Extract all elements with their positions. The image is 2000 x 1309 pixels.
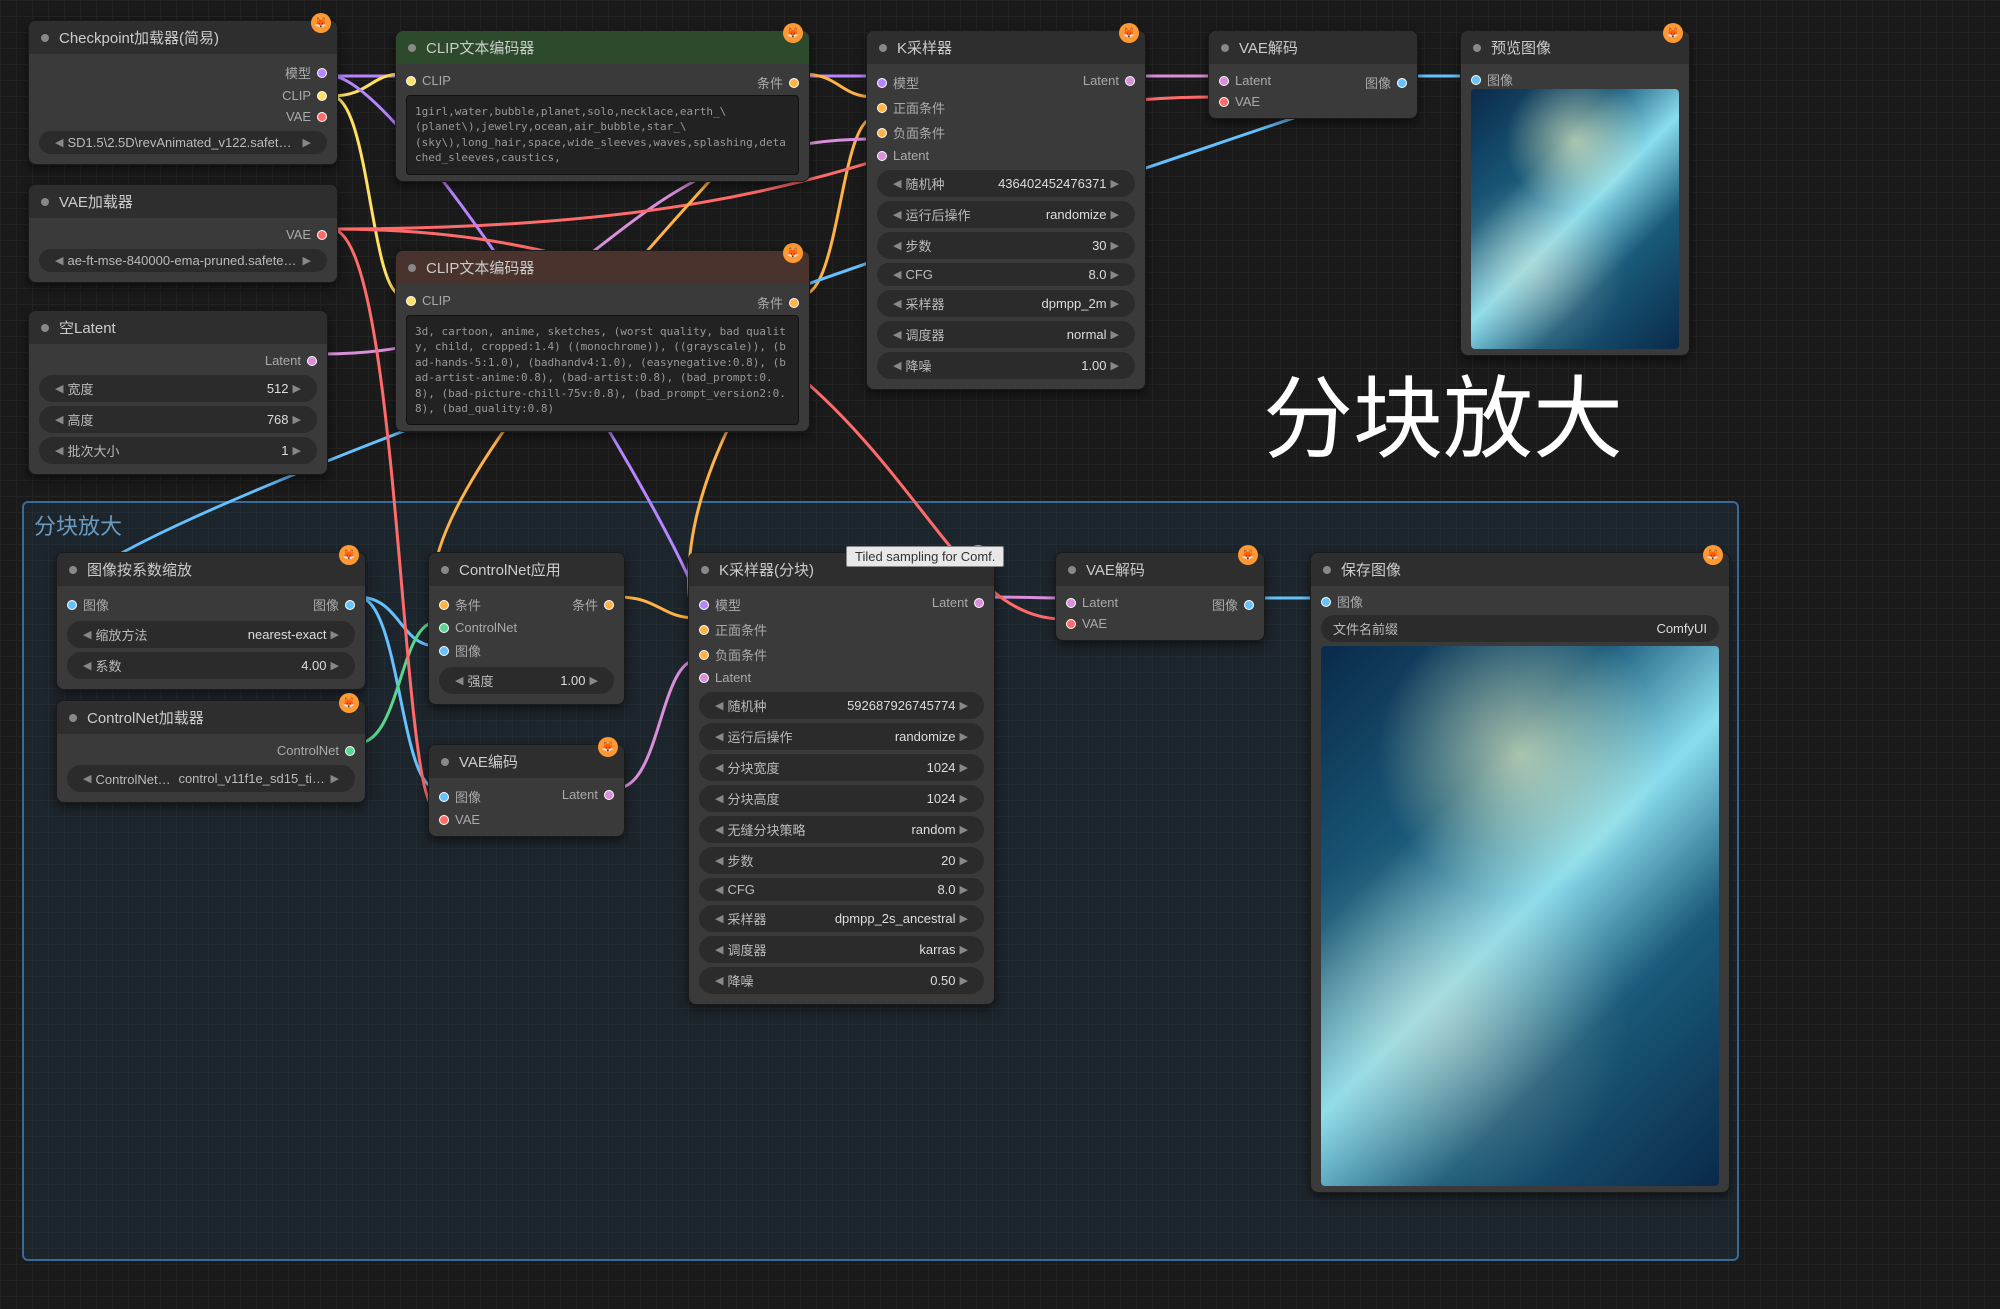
node-title: CLIP文本编码器 bbox=[426, 257, 534, 278]
node-checkpoint-loader[interactable]: 🦊 Checkpoint加载器(简易) 模型 CLIP VAE ◀SD1.5\2… bbox=[28, 20, 338, 165]
tooltip: Tiled sampling for Comf. bbox=[846, 546, 1004, 567]
node-title: VAE加载器 bbox=[59, 191, 133, 212]
node-vae-decode[interactable]: VAE解码 Latent VAE 图像 bbox=[1208, 30, 1418, 119]
node-title: VAE解码 bbox=[1239, 37, 1298, 58]
badge-icon: 🦊 bbox=[1238, 545, 1258, 565]
node-title: VAE编码 bbox=[459, 751, 518, 772]
node-title: ControlNet应用 bbox=[459, 559, 561, 580]
node-title: 预览图像 bbox=[1491, 37, 1551, 58]
vae-combo[interactable]: ◀ae-ft-mse-840000-ema-pruned.safetensors… bbox=[39, 249, 327, 272]
badge-icon: 🦊 bbox=[339, 545, 359, 565]
node-vae-loader[interactable]: VAE加载器 VAE ◀ae-ft-mse-840000-ema-pruned.… bbox=[28, 184, 338, 283]
node-clip-positive[interactable]: 🦊 CLIP文本编码器 CLIP 条件 1girl,water,bubble,p… bbox=[395, 30, 810, 182]
badge-icon: 🦊 bbox=[311, 13, 331, 33]
node-title: K采样器(分块) bbox=[719, 559, 814, 580]
node-empty-latent[interactable]: 空Latent Latent ◀宽度512▶ ◀高度768▶ ◀批次大小1▶ bbox=[28, 310, 328, 475]
negative-prompt-input[interactable]: 3d, cartoon, anime, sketches, (worst qua… bbox=[406, 315, 799, 425]
node-title: Checkpoint加载器(简易) bbox=[59, 27, 219, 48]
page-title: 分块放大 bbox=[1263, 346, 1623, 476]
node-title: 图像按系数缩放 bbox=[87, 559, 192, 580]
node-preview-image[interactable]: 🦊 预览图像 图像 bbox=[1460, 30, 1690, 356]
group-title: 分块放大 bbox=[24, 503, 1737, 547]
saved-image bbox=[1321, 646, 1719, 1186]
badge-icon: 🦊 bbox=[598, 737, 618, 757]
node-vae-encode[interactable]: 🦊 VAE编码 图像 VAE Latent bbox=[428, 744, 625, 837]
node-clip-negative[interactable]: 🦊 CLIP文本编码器 CLIP 条件 3d, cartoon, anime, … bbox=[395, 250, 810, 432]
prompt-input[interactable]: 1girl,water,bubble,planet,solo,necklace,… bbox=[406, 95, 799, 175]
canvas[interactable]: 分块放大 分块放大 Tiled sampling for Comf. 🦊 Che… bbox=[0, 0, 2000, 1309]
badge-icon: 🦊 bbox=[1119, 23, 1139, 43]
node-ksampler-tiled[interactable]: 🦊 K采样器(分块) 模型 正面条件 负面条件 Latent Latent ◀随… bbox=[688, 552, 995, 1005]
node-title: ControlNet加载器 bbox=[87, 707, 204, 728]
node-controlnet-loader[interactable]: 🦊 ControlNet加载器 ControlNet ◀ControlNet名称… bbox=[56, 700, 366, 803]
node-title: VAE解码 bbox=[1086, 559, 1145, 580]
badge-icon: 🦊 bbox=[1663, 23, 1683, 43]
node-title: 空Latent bbox=[59, 317, 116, 338]
ckpt-combo[interactable]: ◀SD1.5\2.5D\revAnimated_v122.safetensors… bbox=[39, 131, 327, 154]
badge-icon: 🦊 bbox=[783, 243, 803, 263]
node-vae-decode-2[interactable]: 🦊 VAE解码 Latent VAE 图像 bbox=[1055, 552, 1265, 641]
badge-icon: 🦊 bbox=[1703, 545, 1723, 565]
node-title: K采样器 bbox=[897, 37, 952, 58]
badge-icon: 🦊 bbox=[783, 23, 803, 43]
node-ksampler[interactable]: 🦊 K采样器 模型 正面条件 负面条件 Latent Latent ◀随机种43… bbox=[866, 30, 1146, 390]
node-title: CLIP文本编码器 bbox=[426, 37, 534, 58]
node-title: 保存图像 bbox=[1341, 559, 1401, 580]
preview-image bbox=[1471, 89, 1679, 349]
badge-icon: 🦊 bbox=[339, 693, 359, 713]
node-image-scale[interactable]: 🦊 图像按系数缩放 图像 图像 ◀缩放方法nearest-exact▶ ◀系数4… bbox=[56, 552, 366, 690]
node-save-image[interactable]: 🦊 保存图像 图像 文件名前缀ComfyUI bbox=[1310, 552, 1730, 1193]
node-controlnet-apply[interactable]: ControlNet应用 条件 ControlNet 图像 条件 ◀强度1.00… bbox=[428, 552, 625, 705]
